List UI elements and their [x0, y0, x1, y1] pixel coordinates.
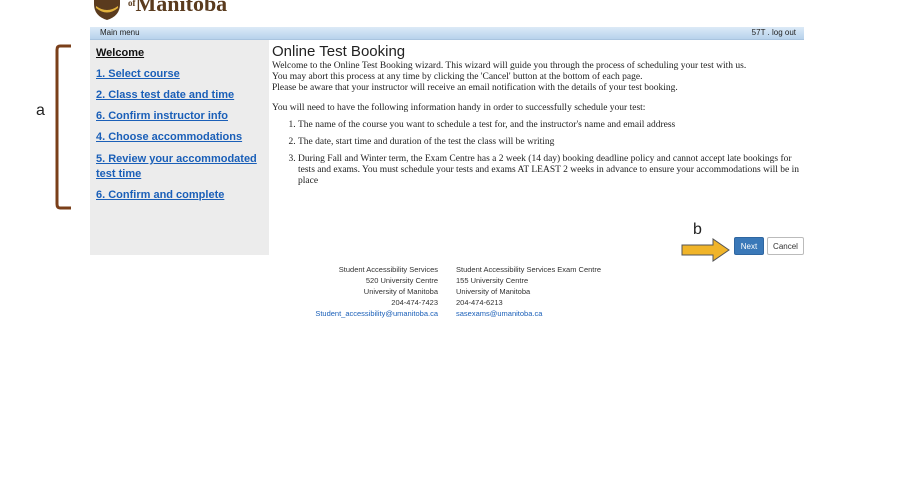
sidebar-item-welcome[interactable]: Welcome [96, 46, 144, 61]
footer-left-line: Student Accessibility Services [338, 265, 438, 274]
footer-right-line: 204-474-6213 [456, 298, 503, 307]
annotation-label-a: a [36, 102, 45, 119]
annotation-bracket [55, 44, 71, 210]
footer-left-line: University of Manitoba [363, 287, 438, 296]
logo-text-manitoba: Manitoba [135, 0, 228, 16]
footer-exam-email-link[interactable]: sasexams@umanitoba.ca [456, 308, 656, 319]
next-button[interactable]: Next [734, 237, 764, 255]
sidebar-item-confirm-complete[interactable]: 6. Confirm and complete [96, 188, 224, 203]
logo-text: ofManitoba [128, 0, 227, 17]
footer-sas-email-link[interactable]: Student_accessibility@umanitoba.ca [290, 308, 438, 319]
sidebar-item-confirm-instructor[interactable]: 6. Confirm instructor info [96, 109, 228, 124]
sidebar-item-review-accommodated[interactable]: 5. Review your accommodated [96, 152, 257, 167]
annotation-arrow-icon [681, 238, 730, 262]
main-content: Online Test Booking Welcome to the Onlin… [272, 43, 802, 193]
list-item: During Fall and Winter term, the Exam Ce… [298, 154, 802, 187]
requirements-intro: You will need to have the following info… [272, 103, 646, 113]
footer-exam-centre-contact: Student Accessibility Services Exam Cent… [456, 264, 656, 319]
requirements-list: The name of the course you want to sched… [272, 120, 802, 187]
list-item: The name of the course you want to sched… [298, 120, 802, 131]
footer-right-line: Student Accessibility Services Exam Cent… [456, 265, 602, 274]
logo-text-of: of [128, 0, 136, 8]
intro-text: Welcome to the Online Test Booking wizar… [272, 61, 802, 94]
cancel-button[interactable]: Cancel [767, 237, 804, 255]
university-logo: ofManitoba [92, 0, 232, 22]
list-item: The date, start time and duration of the… [298, 137, 802, 148]
shield-logo-icon [94, 0, 120, 20]
wizard-steps-sidebar: Welcome 1. Select course 2. Class test d… [90, 40, 269, 255]
intro-line-2: You may abort this process at any time b… [272, 72, 643, 82]
sidebar-item-class-test-date[interactable]: 2. Class test date and time [96, 88, 234, 103]
sidebar-item-review-accommodated-cont[interactable]: test time [96, 167, 141, 182]
main-menu-link[interactable]: Main menu [100, 28, 140, 37]
footer-left-line: 520 University Centre [365, 276, 438, 285]
logout-link[interactable]: 57T . log out [752, 28, 796, 37]
intro-line-3: Please be aware that your instructor wil… [272, 83, 678, 93]
footer-right-line: 155 University Centre [456, 276, 529, 285]
footer-left-line: 204-474-7423 [391, 298, 438, 307]
top-menu-bar: Main menu 57T . log out [90, 27, 804, 40]
page-title: Online Test Booking [272, 43, 406, 60]
sidebar-item-choose-accommodations[interactable]: 4. Choose accommodations [96, 130, 242, 145]
footer-sas-contact: Student Accessibility Services 520 Unive… [290, 264, 438, 319]
footer-right-line: University of Manitoba [456, 287, 531, 296]
annotation-label-b: b [693, 221, 702, 238]
sidebar-item-select-course[interactable]: 1. Select course [96, 67, 180, 82]
intro-line-1: Welcome to the Online Test Booking wizar… [272, 61, 747, 71]
